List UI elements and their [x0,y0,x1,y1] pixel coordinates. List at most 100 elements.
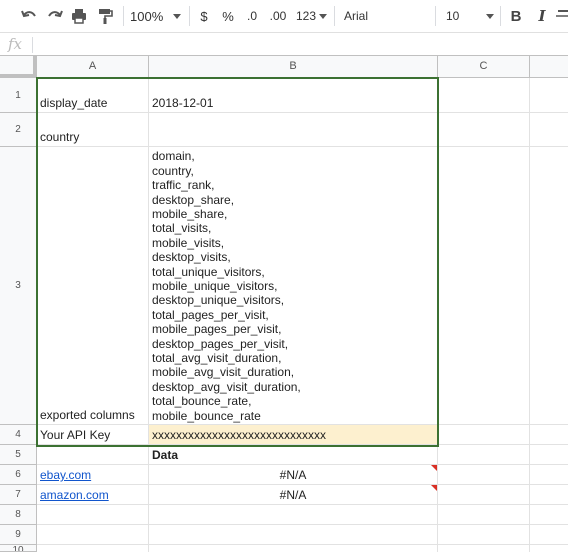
select-all-corner[interactable] [0,56,37,78]
cell-b2[interactable] [149,113,438,147]
cell-a7[interactable]: amazon.com [37,485,149,505]
italic-button[interactable]: I [534,4,550,28]
error-indicator-icon[interactable] [431,465,437,471]
undo-icon [21,10,36,18]
row-header[interactable]: 3 [0,147,37,425]
cell-a4[interactable]: Your API Key [37,425,149,445]
chevron-down-icon [319,13,328,19]
cell-a6[interactable]: ebay.com [37,465,149,485]
spreadsheet-grid[interactable]: A B C 1 2 3 4 5 6 7 8 9 10 display_date … [0,56,568,552]
zoom-select[interactable]: 100% [130,4,182,28]
undo-button[interactable] [18,4,40,28]
domain-link[interactable]: amazon.com [40,488,109,502]
cell-d7[interactable] [530,485,568,505]
cell-c4[interactable] [438,425,530,445]
cell-d1[interactable] [530,78,568,113]
cell-c6[interactable] [438,465,530,485]
cell-b3[interactable]: domain, country, traffic_rank, desktop_shar… [149,147,438,425]
exported-column-item: mobile_avg_visit_duration, [152,365,295,380]
increase-decimal-button[interactable]: .00 [266,4,290,28]
more-formats-button[interactable]: 123 [296,4,330,28]
cell-a9[interactable] [37,525,149,545]
exported-column-item: domain, [152,149,195,164]
fx-icon: fx [8,35,23,53]
cell-d2[interactable] [530,113,568,147]
toolbar-separator [189,6,190,26]
column-header-a[interactable]: A [37,56,149,78]
formula-bar[interactable]: fx [0,32,568,56]
cell-d8[interactable] [530,505,568,525]
exported-column-item: mobile_share, [152,206,228,221]
zoom-value: 100% [130,8,164,24]
bold-button[interactable]: B [508,4,524,28]
row-header[interactable]: 7 [0,485,37,505]
row-header[interactable]: 4 [0,425,37,445]
exported-column-item: desktop_unique_visitors, [152,293,285,308]
column-header-c[interactable]: C [438,56,530,78]
row-header[interactable]: 9 [0,525,37,545]
cell-b1[interactable]: 2018-12-01 [149,78,438,113]
exported-column-item: mobile_visits, [152,235,225,250]
cell-a2[interactable]: country [37,113,149,147]
error-indicator-icon[interactable] [431,485,437,491]
exported-columns-list: domain, country, traffic_rank, desktop_shar… [152,149,301,423]
redo-button[interactable] [44,4,66,28]
cell-b8[interactable] [149,505,438,525]
cell-a10[interactable] [37,545,149,552]
column-header-b[interactable]: B [149,56,438,78]
cell-d10[interactable] [530,545,568,552]
strikethrough-icon [556,10,568,17]
decrease-decimal-button[interactable]: .0 [242,4,262,28]
cell-d5[interactable] [530,445,568,465]
row-header[interactable]: 2 [0,113,37,147]
row-header[interactable]: 10 [0,545,37,552]
exported-column-item: mobile_bounce_rate [152,408,261,423]
cell-d6[interactable] [530,465,568,485]
cell-d3[interactable] [530,147,568,425]
currency-format-button[interactable]: $ [196,4,212,28]
api-key-cell[interactable]: xxxxxxxxxxxxxxxxxxxxxxxxxxxxx [149,425,438,445]
row-header[interactable]: 6 [0,465,37,485]
font-size-select[interactable]: 10 [446,4,494,28]
row-header[interactable]: 1 [0,78,37,113]
chevron-down-icon [486,13,494,19]
strikethrough-button[interactable] [556,4,568,28]
cell-c3[interactable] [438,147,530,425]
cell-a8[interactable] [37,505,149,525]
exported-column-item: country, [152,163,194,178]
exported-column-item: desktop_pages_per_visit, [152,336,289,351]
cell-b5[interactable]: Data [149,445,438,465]
cell-b6[interactable]: #N/A [149,465,438,485]
cell-d9[interactable] [530,525,568,545]
cell-b7[interactable]: #N/A [149,485,438,505]
toolbar-separator [334,6,335,26]
cell-b9[interactable] [149,525,438,545]
cell-c7[interactable] [438,485,530,505]
cell-a1[interactable]: display_date [37,78,149,113]
domain-link[interactable]: ebay.com [40,468,91,482]
exported-column-item: desktop_avg_visit_duration, [152,379,301,394]
cell-a3[interactable]: exported columns [37,147,149,425]
row-header[interactable]: 5 [0,445,37,465]
cell-a5[interactable] [37,445,149,465]
toolbar-separator [123,6,124,26]
percent-format-button[interactable]: % [220,4,236,28]
cell-c10[interactable] [438,545,530,552]
cell-b10[interactable] [149,545,438,552]
cell-c1[interactable] [438,78,530,113]
toolbar-separator [435,6,436,26]
paint-format-icon [99,9,113,24]
cell-c8[interactable] [438,505,530,525]
exported-column-item: desktop_share, [152,192,235,207]
exported-column-item: total_unique_visitors, [152,264,265,279]
font-select[interactable]: Arial [344,4,434,28]
paint-format-button[interactable] [94,4,116,28]
formula-bar-separator [32,37,33,53]
cell-c2[interactable] [438,113,530,147]
row-header[interactable]: 8 [0,505,37,525]
print-button[interactable] [68,4,90,28]
cell-d4[interactable] [530,425,568,445]
cell-c5[interactable] [438,445,530,465]
cell-c9[interactable] [438,525,530,545]
column-header-d[interactable] [530,56,568,78]
